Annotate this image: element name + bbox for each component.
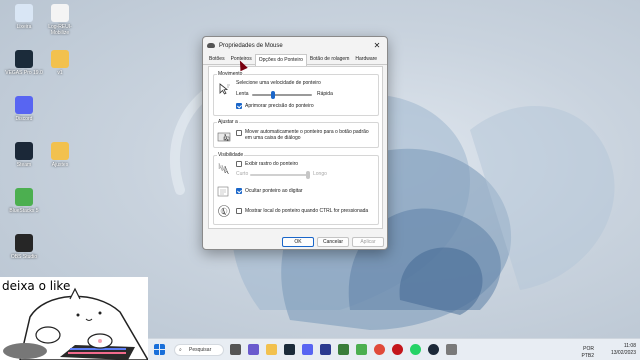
precision-checkbox[interactable] bbox=[236, 103, 242, 109]
vegas-pro-icon[interactable] bbox=[284, 344, 295, 355]
bluestacks-icon[interactable] bbox=[356, 344, 367, 355]
snap-label: Mover automaticamente o ponteiro para o … bbox=[245, 129, 369, 141]
language-indicator[interactable]: POR PTB2 bbox=[582, 346, 595, 360]
apply-button[interactable]: Aplicar bbox=[352, 237, 384, 247]
pointer-speed-icon bbox=[219, 83, 230, 95]
app-icon bbox=[15, 4, 33, 22]
desktop-icon-label: Discord bbox=[15, 116, 33, 122]
trails-label: Exibir rastro do ponteiro bbox=[245, 161, 299, 167]
snap-to-icon bbox=[217, 132, 231, 142]
windows-start-icon[interactable] bbox=[154, 344, 165, 355]
desktop-icon-label: BlueStacks 5 bbox=[9, 208, 39, 214]
desktop-icon[interactable]: v1 bbox=[40, 50, 80, 76]
trails-long-label: Longo bbox=[313, 171, 327, 177]
desktop-icon-label: Steam bbox=[16, 162, 32, 168]
tab-botoes[interactable]: Botões bbox=[206, 54, 228, 64]
app-icon bbox=[15, 188, 33, 206]
app-icon bbox=[15, 234, 33, 252]
taskbar-search[interactable]: ⌕ Pesquisar bbox=[174, 344, 224, 356]
snap-to-group: Ajustar a Mover automaticamente o pontei… bbox=[213, 119, 379, 148]
speed-slider-track[interactable] bbox=[252, 94, 312, 96]
mouse-icon bbox=[207, 43, 215, 48]
speed-prompt: Selecione uma velocidade de ponteiro bbox=[236, 80, 321, 86]
trails-slider-track[interactable] bbox=[250, 174, 308, 176]
clock-time[interactable]: 11:08 bbox=[611, 343, 636, 350]
visibility-group: Visibilidade Exibir rastro do ponteiro C… bbox=[213, 152, 379, 225]
trails-slider-thumb[interactable] bbox=[306, 171, 310, 179]
tab-opcoes-do-ponteiro[interactable]: Opções do Ponteiro bbox=[254, 54, 307, 66]
hide-pointer-icon bbox=[217, 186, 229, 197]
task-view-icon[interactable] bbox=[230, 344, 241, 355]
visibility-legend: Visibilidade bbox=[217, 152, 245, 158]
tab-strip: Botões Ponteiros Opções do Ponteiro Botã… bbox=[203, 54, 387, 66]
desktop-icon-label: Log-REUI-Mobilize bbox=[48, 24, 72, 36]
search-icon: ⌕ bbox=[179, 347, 182, 353]
desktop-icon-label: Ajustes bbox=[51, 162, 69, 168]
desktop-icon[interactable]: Discord bbox=[4, 96, 44, 122]
ok-button[interactable]: OK bbox=[282, 237, 314, 247]
desktop-icon[interactable]: Log-REUI-Mobilize bbox=[40, 4, 80, 36]
desktop-icon[interactable]: VEGAS Pro 19.0 bbox=[4, 50, 44, 76]
discord-icon[interactable] bbox=[302, 344, 313, 355]
desktop-icon-label: OBS Studio bbox=[10, 254, 38, 260]
movement-group: Movimento Selecione uma velocidade de po… bbox=[213, 71, 379, 116]
photoshop-icon[interactable] bbox=[320, 344, 331, 355]
tab-botao-de-rolagem[interactable]: Botão de rolagem bbox=[307, 54, 352, 64]
search-placeholder: Pesquisar bbox=[189, 347, 212, 353]
steam-icon[interactable] bbox=[428, 344, 439, 355]
movement-legend: Movimento bbox=[217, 71, 244, 77]
desktop-icon[interactable]: Steam bbox=[4, 142, 44, 168]
speed-fast-label: Rápida bbox=[317, 91, 333, 97]
show-location-label: Mostrar local do ponteiro quando CTRL fo… bbox=[245, 208, 369, 214]
dialog-titlebar[interactable]: Propriedades de Mouse ✕ bbox=[203, 37, 387, 54]
desktop-icon[interactable]: Ajustes bbox=[40, 142, 80, 168]
desktop-icon-label: VEGAS Pro 19.0 bbox=[5, 70, 43, 76]
desktop-icon[interactable]: OBS Studio bbox=[4, 234, 44, 260]
app-icon bbox=[51, 4, 69, 22]
desktop-icon[interactable]: Lixeira bbox=[4, 4, 44, 30]
teams-chat-icon[interactable] bbox=[248, 344, 259, 355]
close-icon[interactable]: ✕ bbox=[371, 41, 383, 50]
bongo-cat-overlay: deixa o like bbox=[0, 277, 148, 360]
speed-slider-thumb[interactable] bbox=[271, 91, 275, 99]
desktop-icon-label: v1 bbox=[57, 70, 63, 76]
whatsapp-icon[interactable] bbox=[410, 344, 421, 355]
app-icon bbox=[15, 50, 33, 68]
desktop-icon-label: Lixeira bbox=[16, 24, 32, 30]
taskbar: ⌕ Pesquisar POR PTB2 11:08 13/02/2023 bbox=[148, 338, 640, 360]
app-icon bbox=[51, 50, 69, 68]
app-icon[interactable] bbox=[446, 344, 457, 355]
app-icon bbox=[51, 142, 69, 160]
minecraft-icon[interactable] bbox=[338, 344, 349, 355]
snap-checkbox[interactable] bbox=[236, 130, 242, 136]
clock-date[interactable]: 13/02/2023 bbox=[611, 350, 636, 357]
pointer-options-panel: Movimento Selecione uma velocidade de po… bbox=[208, 66, 383, 229]
speed-slow-label: Lenta bbox=[236, 91, 249, 97]
tab-hardware[interactable]: Hardware bbox=[352, 54, 380, 64]
precision-label: Aprimorar precisão do ponteiro bbox=[245, 103, 314, 109]
mouse-properties-dialog: Propriedades de Mouse ✕ Botões Ponteiros… bbox=[202, 36, 388, 250]
desktop-icon[interactable]: BlueStacks 5 bbox=[4, 188, 44, 214]
chrome-icon[interactable] bbox=[374, 344, 385, 355]
trails-checkbox[interactable] bbox=[236, 161, 242, 167]
trails-short-label: Curto bbox=[236, 171, 249, 177]
dialog-title: Propriedades de Mouse bbox=[219, 42, 283, 49]
opera-icon[interactable] bbox=[392, 344, 403, 355]
hide-pointer-label: Ocultar ponteiro ao digitar bbox=[245, 188, 303, 194]
system-tray[interactable]: POR PTB2 11:08 13/02/2023 bbox=[582, 343, 637, 359]
hide-pointer-checkbox[interactable] bbox=[236, 188, 242, 194]
app-icon bbox=[15, 96, 33, 114]
pointer-trails-icon bbox=[218, 162, 229, 175]
cancel-button[interactable]: Cancelar bbox=[317, 237, 349, 247]
show-location-icon bbox=[218, 205, 230, 217]
file-explorer-icon[interactable] bbox=[266, 344, 277, 355]
show-location-checkbox[interactable] bbox=[236, 208, 242, 214]
overlay-caption: deixa o like bbox=[2, 279, 71, 293]
app-icon bbox=[15, 142, 33, 160]
snap-legend: Ajustar a bbox=[217, 119, 239, 125]
